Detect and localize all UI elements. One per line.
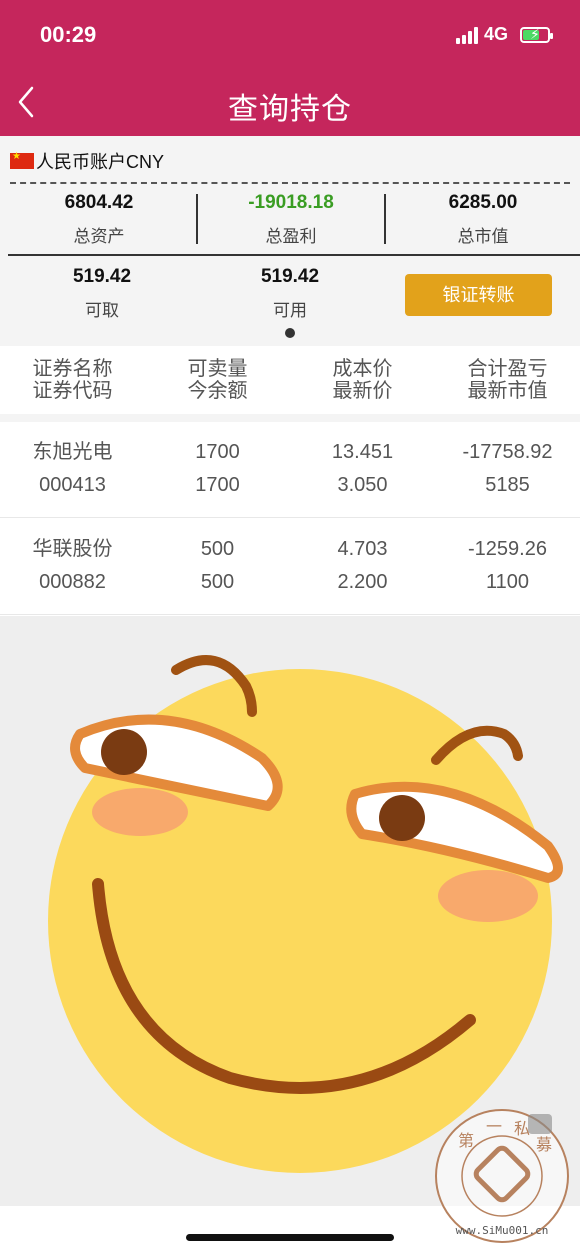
network-type: 4G	[483, 24, 508, 44]
cost-price: 4.703	[337, 538, 388, 560]
sellable-qty: 500	[200, 538, 235, 560]
solid-divider	[8, 254, 580, 256]
market-value: 5185	[485, 474, 530, 496]
account-summary: 人民币账户CNY 6804.42 总资产 -19018.18 总盈利 6285.…	[0, 136, 580, 346]
total-profit-value: -19018.18	[248, 192, 334, 213]
header-gap	[0, 414, 580, 422]
total-pnl: -1259.26	[468, 538, 547, 560]
header-cost: 成本价	[332, 358, 393, 380]
holdings-table-header: 证券名称 证券代码 可卖量 今余额 成本价 最新价 合计盈亏 最新市值	[0, 346, 580, 416]
security-code: 000413	[39, 474, 106, 496]
market-value-label: 总市值	[457, 227, 509, 246]
price-cell: 4.703 2.200	[290, 533, 435, 599]
total-assets-value: 6804.42	[64, 192, 134, 213]
home-indicator[interactable]	[186, 1234, 394, 1241]
latest-price: 3.050	[337, 474, 388, 496]
header-pnl: 合计盈亏 最新市值	[435, 358, 580, 402]
header-sellable: 可卖量	[187, 358, 248, 380]
security-code: 000882	[39, 571, 106, 593]
signal-icon	[455, 26, 478, 44]
bank-transfer-button[interactable]: 银证转账	[405, 274, 552, 316]
holding-row[interactable]: 东旭光电 000413 1700 1700 13.451 3.050 -1775…	[0, 422, 580, 518]
header-security: 证券名称 证券代码	[0, 358, 145, 402]
account-label: 人民币账户CNY	[36, 152, 165, 172]
security-cell: 华联股份 000882	[0, 533, 145, 599]
watermark-char: 募	[536, 1135, 552, 1154]
header-bar: 00:29 4G ⚡ 查询持仓	[0, 0, 580, 136]
header-security-code: 证券代码	[32, 380, 113, 402]
watermark-char: 一	[486, 1117, 502, 1136]
pnl-cell: -17758.92 5185	[435, 436, 580, 502]
available-stat: 519.42 可用	[190, 266, 390, 321]
quantity-cell: 1700 1700	[145, 436, 290, 502]
header-security-name: 证券名称	[32, 358, 113, 380]
header-market-value: 最新市值	[467, 380, 548, 402]
price-cell: 13.451 3.050	[290, 436, 435, 502]
watermark-seal-icon: 第 一 私 募 www.SiMu001.cn	[435, 1109, 569, 1243]
watermark-url: www.SiMu001.cn	[456, 1224, 549, 1237]
total-pnl: -17758.92	[462, 441, 553, 463]
balance-qty: 500	[200, 571, 235, 593]
header-price: 成本价 最新价	[290, 358, 435, 402]
header-latest: 最新价	[332, 380, 393, 402]
account-label-row: 人民币账户CNY	[10, 148, 164, 174]
watermark-char: 私	[514, 1119, 530, 1138]
header-total-pnl: 合计盈亏	[467, 358, 548, 380]
market-value-stat: 6285.00 总市值	[386, 192, 580, 247]
dashed-divider	[10, 182, 570, 184]
available-label: 可用	[273, 301, 307, 320]
header-balance: 今余额	[187, 380, 248, 402]
latest-price: 2.200	[337, 571, 388, 593]
market-value: 1100	[485, 571, 529, 593]
security-cell: 东旭光电 000413	[0, 436, 145, 502]
market-value-value: 6285.00	[448, 192, 518, 213]
available-value: 519.42	[260, 266, 320, 287]
total-assets-stat: 6804.42 总资产	[0, 192, 198, 247]
security-name: 华联股份	[32, 538, 113, 560]
status-time: 00:29	[40, 22, 97, 47]
balance-qty: 1700	[195, 474, 240, 496]
withdrawable-stat: 519.42 可取	[0, 266, 204, 321]
quantity-cell: 500 500	[145, 533, 290, 599]
cn-flag-icon	[10, 151, 34, 169]
cost-price: 13.451	[331, 441, 394, 463]
sellable-qty: 1700	[195, 441, 240, 463]
page-title: 查询持仓	[228, 93, 352, 126]
status-indicators: 4G ⚡	[455, 24, 553, 45]
total-profit-label: 总盈利	[265, 227, 317, 246]
holding-row[interactable]: 华联股份 000882 500 500 4.703 2.200 -1259.26…	[0, 519, 580, 615]
battery-icon: ⚡	[520, 26, 553, 43]
watermark-char: 第	[458, 1131, 474, 1150]
total-profit-stat: -19018.18 总盈利	[198, 192, 384, 247]
security-name: 东旭光电	[32, 441, 113, 463]
pnl-cell: -1259.26 1100	[435, 533, 580, 599]
withdrawable-label: 可取	[85, 301, 119, 320]
total-assets-label: 总资产	[73, 227, 125, 246]
withdrawable-value: 519.42	[72, 266, 132, 287]
header-quantity: 可卖量 今余额	[145, 358, 290, 402]
page-indicator-dot	[285, 328, 295, 338]
